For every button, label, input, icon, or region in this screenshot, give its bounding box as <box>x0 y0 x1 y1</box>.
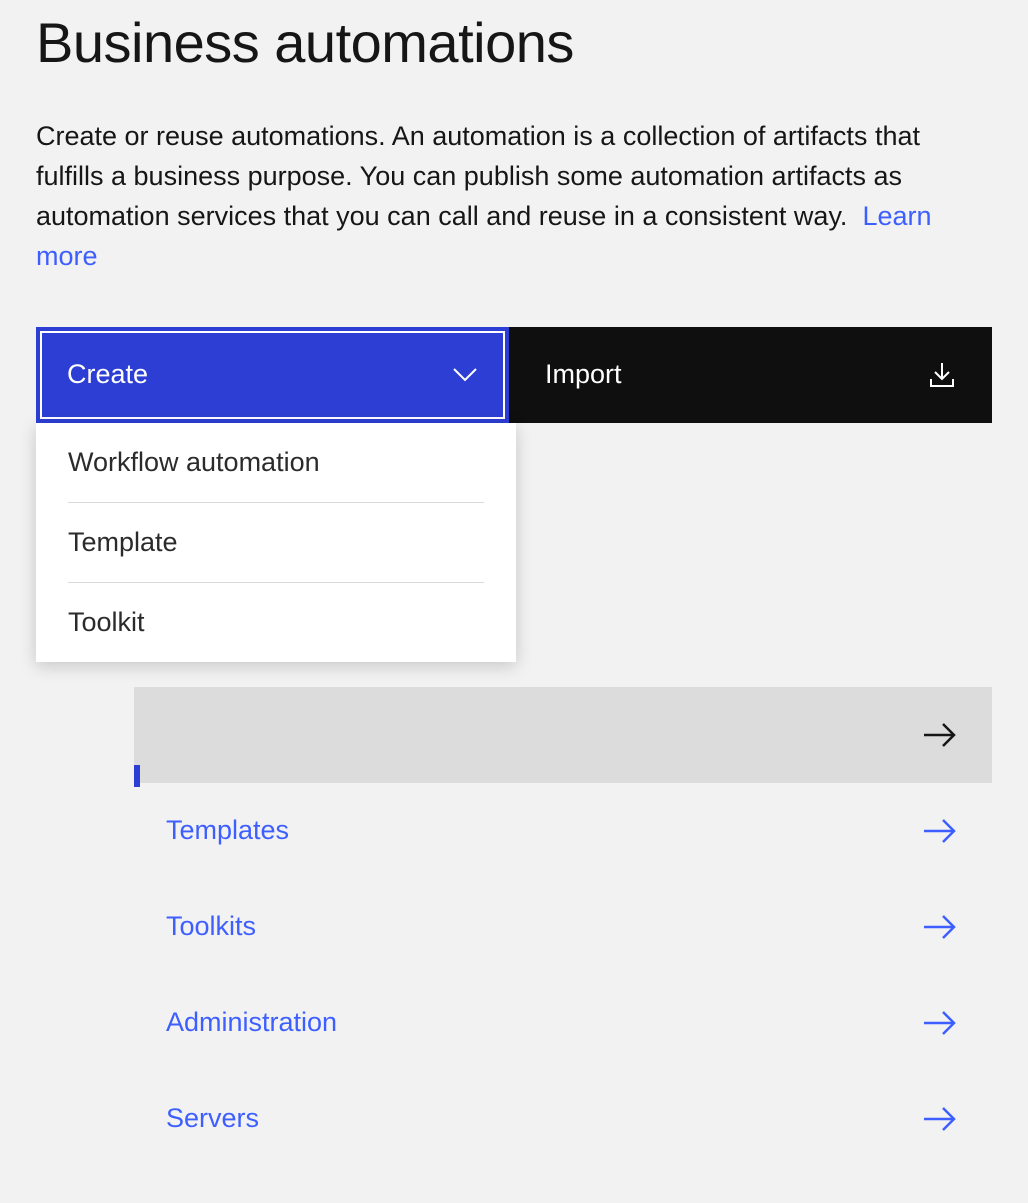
dropdown-item-workflow-automation[interactable]: Workflow automation <box>36 423 516 502</box>
dropdown-item-template[interactable]: Template <box>36 503 516 582</box>
arrow-right-icon <box>922 1105 958 1133</box>
page-description: Create or reuse automations. An automati… <box>36 117 992 277</box>
nav-item-label: Administration <box>166 1007 337 1038</box>
create-dropdown-menu: Workflow automation Template Toolkit <box>36 423 516 662</box>
chevron-down-icon <box>452 367 478 383</box>
import-button[interactable]: Import <box>509 327 992 423</box>
nav-item-templates[interactable]: Templates <box>134 783 992 879</box>
nav-item-administration[interactable]: Administration <box>134 975 992 1071</box>
import-button-label: Import <box>545 359 622 390</box>
arrow-right-icon <box>922 817 958 845</box>
nav-item-label: Toolkits <box>166 911 256 942</box>
nav-item-label: Templates <box>166 815 289 846</box>
nav-list: Templates Toolkits Administration <box>134 687 992 1167</box>
nav-item-label: Servers <box>166 1103 259 1134</box>
arrow-right-icon <box>922 721 958 749</box>
nav-item-toolkits[interactable]: Toolkits <box>134 879 992 975</box>
nav-item-servers[interactable]: Servers <box>134 1071 992 1167</box>
dropdown-item-toolkit[interactable]: Toolkit <box>36 583 516 662</box>
arrow-right-icon <box>922 1009 958 1037</box>
nav-item-active[interactable] <box>134 687 992 783</box>
arrow-right-icon <box>922 913 958 941</box>
page-title: Business automations <box>36 10 992 75</box>
create-button[interactable]: Create <box>36 327 509 423</box>
action-bar: Create Import Workflow automation Templa… <box>36 327 992 423</box>
download-icon <box>928 361 956 389</box>
description-text: Create or reuse automations. An automati… <box>36 121 920 231</box>
create-button-label: Create <box>67 359 148 390</box>
